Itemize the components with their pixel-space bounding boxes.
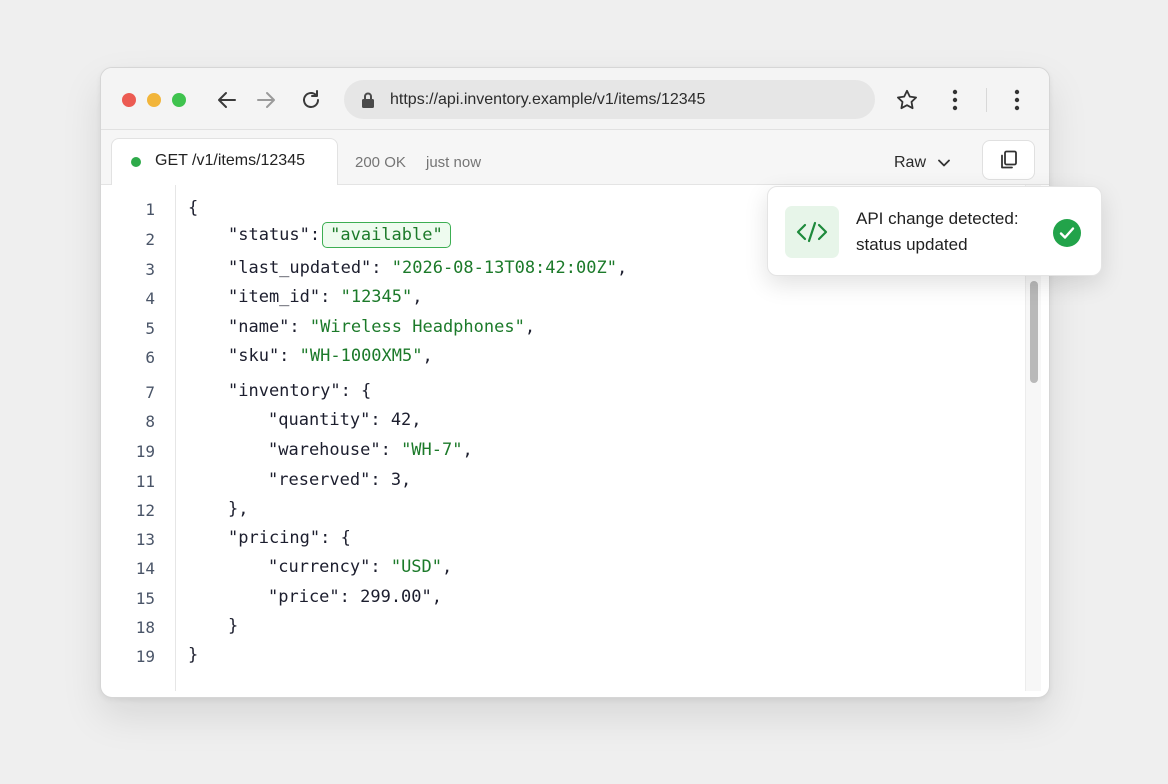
code-line: }, bbox=[228, 499, 249, 519]
line-number: 3 bbox=[145, 260, 155, 279]
line-number: 12 bbox=[135, 501, 155, 520]
forward-icon[interactable] bbox=[252, 86, 280, 114]
view-mode-dropdown[interactable]: Raw bbox=[894, 154, 950, 172]
line-number: 11 bbox=[135, 472, 155, 491]
code-line: "reserved": 3, bbox=[268, 470, 412, 490]
line-number: 15 bbox=[135, 589, 155, 608]
line-number: 13 bbox=[135, 530, 155, 549]
line-number: 4 bbox=[145, 289, 155, 308]
copy-button[interactable] bbox=[982, 140, 1035, 180]
code-icon bbox=[785, 206, 839, 258]
more-vertical-icon[interactable] bbox=[941, 86, 969, 114]
request-tab-bar: GET /v1/items/12345 200 OK just now Raw bbox=[101, 130, 1049, 186]
minimize-window-button[interactable] bbox=[147, 93, 161, 107]
code-line: "warehouse": "WH-7", bbox=[268, 440, 473, 460]
browser-toolbar: https://api.inventory.example/v1/items/1… bbox=[101, 68, 1049, 130]
line-number: 5 bbox=[145, 319, 155, 338]
maximize-window-button[interactable] bbox=[172, 93, 186, 107]
code-line: } bbox=[228, 616, 239, 636]
scrollbar-thumb[interactable] bbox=[1030, 281, 1038, 383]
line-number: 19 bbox=[135, 647, 155, 666]
line-number: 6 bbox=[145, 348, 155, 367]
address-bar[interactable]: https://api.inventory.example/v1/items/1… bbox=[344, 80, 875, 119]
reload-icon[interactable] bbox=[297, 86, 325, 114]
browser-menu-icon[interactable] bbox=[1003, 86, 1031, 114]
line-number: 8 bbox=[145, 412, 155, 431]
back-icon[interactable] bbox=[213, 86, 241, 114]
checkmark-icon bbox=[1053, 219, 1081, 247]
line-number: 7 bbox=[145, 383, 155, 402]
line-number: 14 bbox=[135, 559, 155, 578]
code-line: { bbox=[188, 198, 199, 218]
status-dot-icon bbox=[131, 157, 141, 167]
copy-icon bbox=[1000, 150, 1017, 169]
toast-subtitle: status updated bbox=[856, 235, 968, 254]
code-line: "sku": "WH-1000XM5", bbox=[228, 346, 433, 366]
line-number: 19 bbox=[135, 442, 155, 461]
request-tab-label: GET /v1/items/12345 bbox=[155, 152, 305, 169]
code-line: "inventory": { bbox=[228, 381, 372, 401]
code-line: "price": 299.00", bbox=[268, 587, 442, 607]
code-line: "pricing": { bbox=[228, 528, 351, 548]
chevron-down-icon bbox=[938, 159, 950, 167]
browser-window: https://api.inventory.example/v1/items/1… bbox=[100, 67, 1050, 698]
code-line: "currency": "USD", bbox=[268, 557, 453, 577]
close-window-button[interactable] bbox=[122, 93, 136, 107]
line-number: 1 bbox=[145, 200, 155, 219]
line-number: 2 bbox=[145, 230, 155, 249]
changed-value-highlight[interactable]: "available" bbox=[322, 222, 451, 248]
code-line: "last_updated": "2026-08-13T08:42:00Z", bbox=[228, 258, 628, 278]
lock-icon bbox=[360, 91, 376, 114]
toolbar-divider bbox=[986, 88, 987, 112]
code-line: "quantity": 42, bbox=[268, 410, 422, 430]
code-line: } bbox=[188, 645, 199, 665]
response-time: just now bbox=[426, 154, 482, 171]
code-line: "item_id": "12345", bbox=[228, 287, 423, 307]
line-number: 18 bbox=[135, 618, 155, 637]
line-number-gutter: 1 2 3 4 5 6 7 8 19 11 12 13 14 15 18 19 bbox=[107, 185, 176, 691]
view-mode-label: Raw bbox=[894, 154, 927, 171]
star-icon[interactable] bbox=[893, 86, 921, 114]
response-status: 200 OK bbox=[355, 154, 406, 171]
request-tab[interactable]: GET /v1/items/12345 bbox=[111, 138, 338, 186]
change-notification-toast[interactable]: API change detected: status updated bbox=[767, 186, 1102, 276]
code-line: "status": "available" bbox=[228, 222, 451, 248]
toast-title: API change detected: bbox=[856, 209, 1019, 228]
code-line: "name": "Wireless Headphones", bbox=[228, 317, 536, 337]
url-text: https://api.inventory.example/v1/items/1… bbox=[390, 91, 706, 108]
